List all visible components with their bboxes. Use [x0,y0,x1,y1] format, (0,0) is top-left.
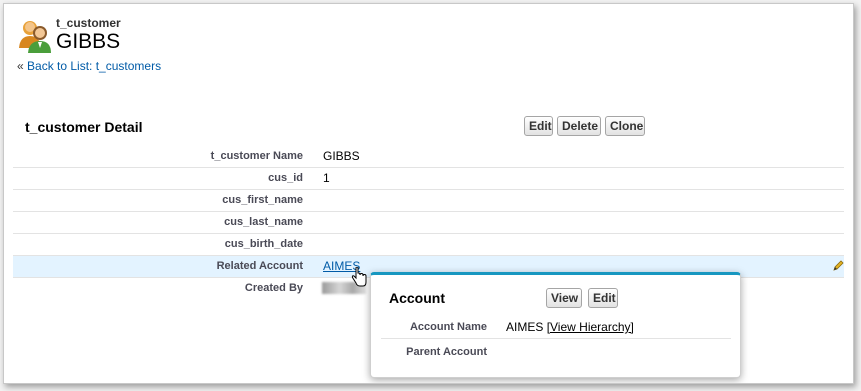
popup-field-value: AIMES [View Hierarchy] [506,320,634,334]
clone-button[interactable]: Clone [605,116,645,136]
popup-row-parent-account: Parent Account [381,342,731,364]
pencil-edit-icon[interactable] [832,260,844,272]
field-row-last-name: cus_last_name [13,212,844,234]
back-prefix: « [17,59,28,73]
account-name-value: AIMES [506,320,544,334]
popup-row-account-name: Account Name AIMES [View Hierarchy] [381,317,731,339]
customer-object-icon [19,21,51,53]
detail-section-title: t_customer Detail [25,119,143,135]
field-label: Related Account [216,260,303,272]
field-value: 1 [323,171,330,185]
back-to-list-link[interactable]: Back to List: t_customers [27,59,161,73]
popup-field-label: Account Name [409,321,487,333]
field-row-cus-id: cus_id 1 [13,168,844,190]
field-label: cus_birth_date [224,238,303,250]
popup-field-label: Parent Account [406,346,487,358]
field-row-birth-date: cus_birth_date [13,234,844,256]
object-type-label: t_customer [56,16,121,30]
field-row-name: t_customer Name GIBBS [13,146,844,168]
field-label: Created By [244,282,303,294]
delete-button[interactable]: Delete [557,116,601,136]
field-value: GIBBS [323,149,360,163]
record-detail-window: t_customer GIBBS « Back to List: t_custo… [3,3,854,384]
field-label: cus_id [268,172,303,184]
popup-title: Account [389,290,445,306]
hand-pointer-cursor-icon [351,267,367,287]
field-label: t_customer Name [210,150,303,162]
field-label: cus_last_name [224,216,303,228]
field-label: cus_first_name [222,194,303,206]
page-title: GIBBS [56,30,121,53]
field-row-first-name: cus_first_name [13,190,844,212]
edit-button[interactable]: Edit [524,116,553,136]
popup-edit-button[interactable]: Edit [588,288,618,308]
view-hierarchy-link[interactable]: [View Hierarchy] [547,320,634,334]
account-hover-popup: Account View Edit Account Name AIMES [Vi… [370,272,741,378]
popup-view-button[interactable]: View [546,288,582,308]
breadcrumb: « Back to List: t_customers [17,59,161,73]
